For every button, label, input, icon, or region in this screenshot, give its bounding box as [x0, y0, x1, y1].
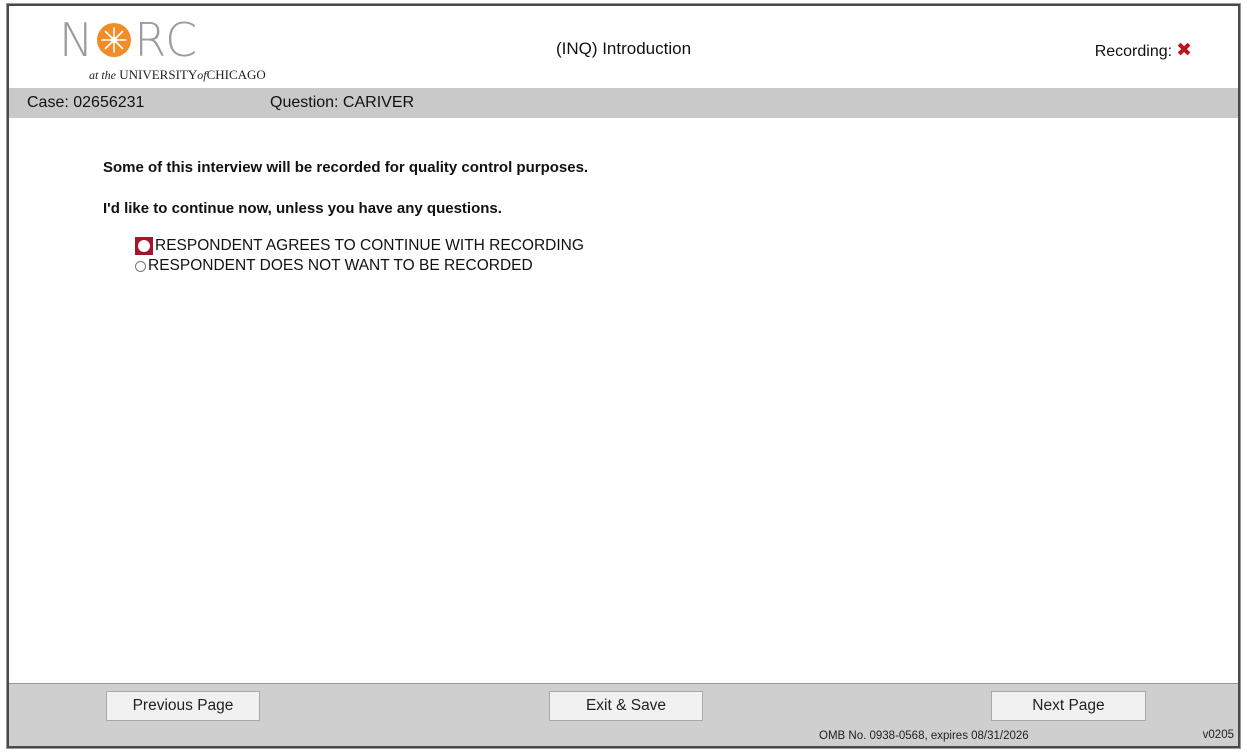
- question-text-2: I'd like to continue now, unless you hav…: [103, 200, 502, 217]
- recording-label: Recording:: [1094, 43, 1173, 60]
- version-label: v0205: [1202, 729, 1234, 741]
- option-decline-label: RESPONDENT DOES NOT WANT TO BE RECORDED: [148, 257, 533, 274]
- page-title: (INQ) Introduction: [555, 39, 692, 58]
- recording-status: Recording: ✖: [1095, 39, 1192, 62]
- logo-subtitle: at the UNIVERSITYofCHICAGO: [89, 67, 266, 82]
- app-window: N RC at the UNIVERSITYofCHICAGO (INQ) In…: [6, 3, 1241, 749]
- case-number: Case: 02656231: [27, 94, 145, 111]
- info-bar: Case: 02656231 Question: CARIVER: [9, 88, 1238, 118]
- omb-notice: OMB No. 0938-0568, expires 08/31/2026: [819, 730, 1029, 742]
- question-content: Some of this interview will be recorded …: [9, 118, 1238, 704]
- next-page-button[interactable]: Next Page: [991, 691, 1146, 721]
- option-decline[interactable]: RESPONDENT DOES NOT WANT TO BE RECORDED: [135, 256, 584, 276]
- question-id: Question: CARIVER: [270, 94, 415, 111]
- exit-save-button[interactable]: Exit & Save: [549, 691, 703, 721]
- answer-options: RESPONDENT AGREES TO CONTINUE WITH RECOR…: [135, 236, 584, 276]
- previous-page-button[interactable]: Previous Page: [106, 691, 260, 721]
- nav-bar-bg: Previous Page Exit & Save Next Page: [9, 683, 1238, 726]
- option-agree[interactable]: RESPONDENT AGREES TO CONTINUE WITH RECOR…: [135, 236, 584, 256]
- nav-bar: Previous Page Exit & Save Next Page: [9, 683, 1238, 726]
- option-agree-label: RESPONDENT AGREES TO CONTINUE WITH RECOR…: [155, 237, 584, 254]
- question-text-1: Some of this interview will be recorded …: [103, 159, 589, 176]
- status-bar: OMB No. 0938-0568, expires 08/31/2026 v0…: [9, 726, 1238, 746]
- header: N RC at the UNIVERSITYofCHICAGO (INQ) In…: [9, 6, 1238, 88]
- radio-decline[interactable]: [135, 257, 148, 275]
- radio-agree[interactable]: [135, 237, 153, 255]
- red-x-icon: ✖: [1176, 40, 1192, 61]
